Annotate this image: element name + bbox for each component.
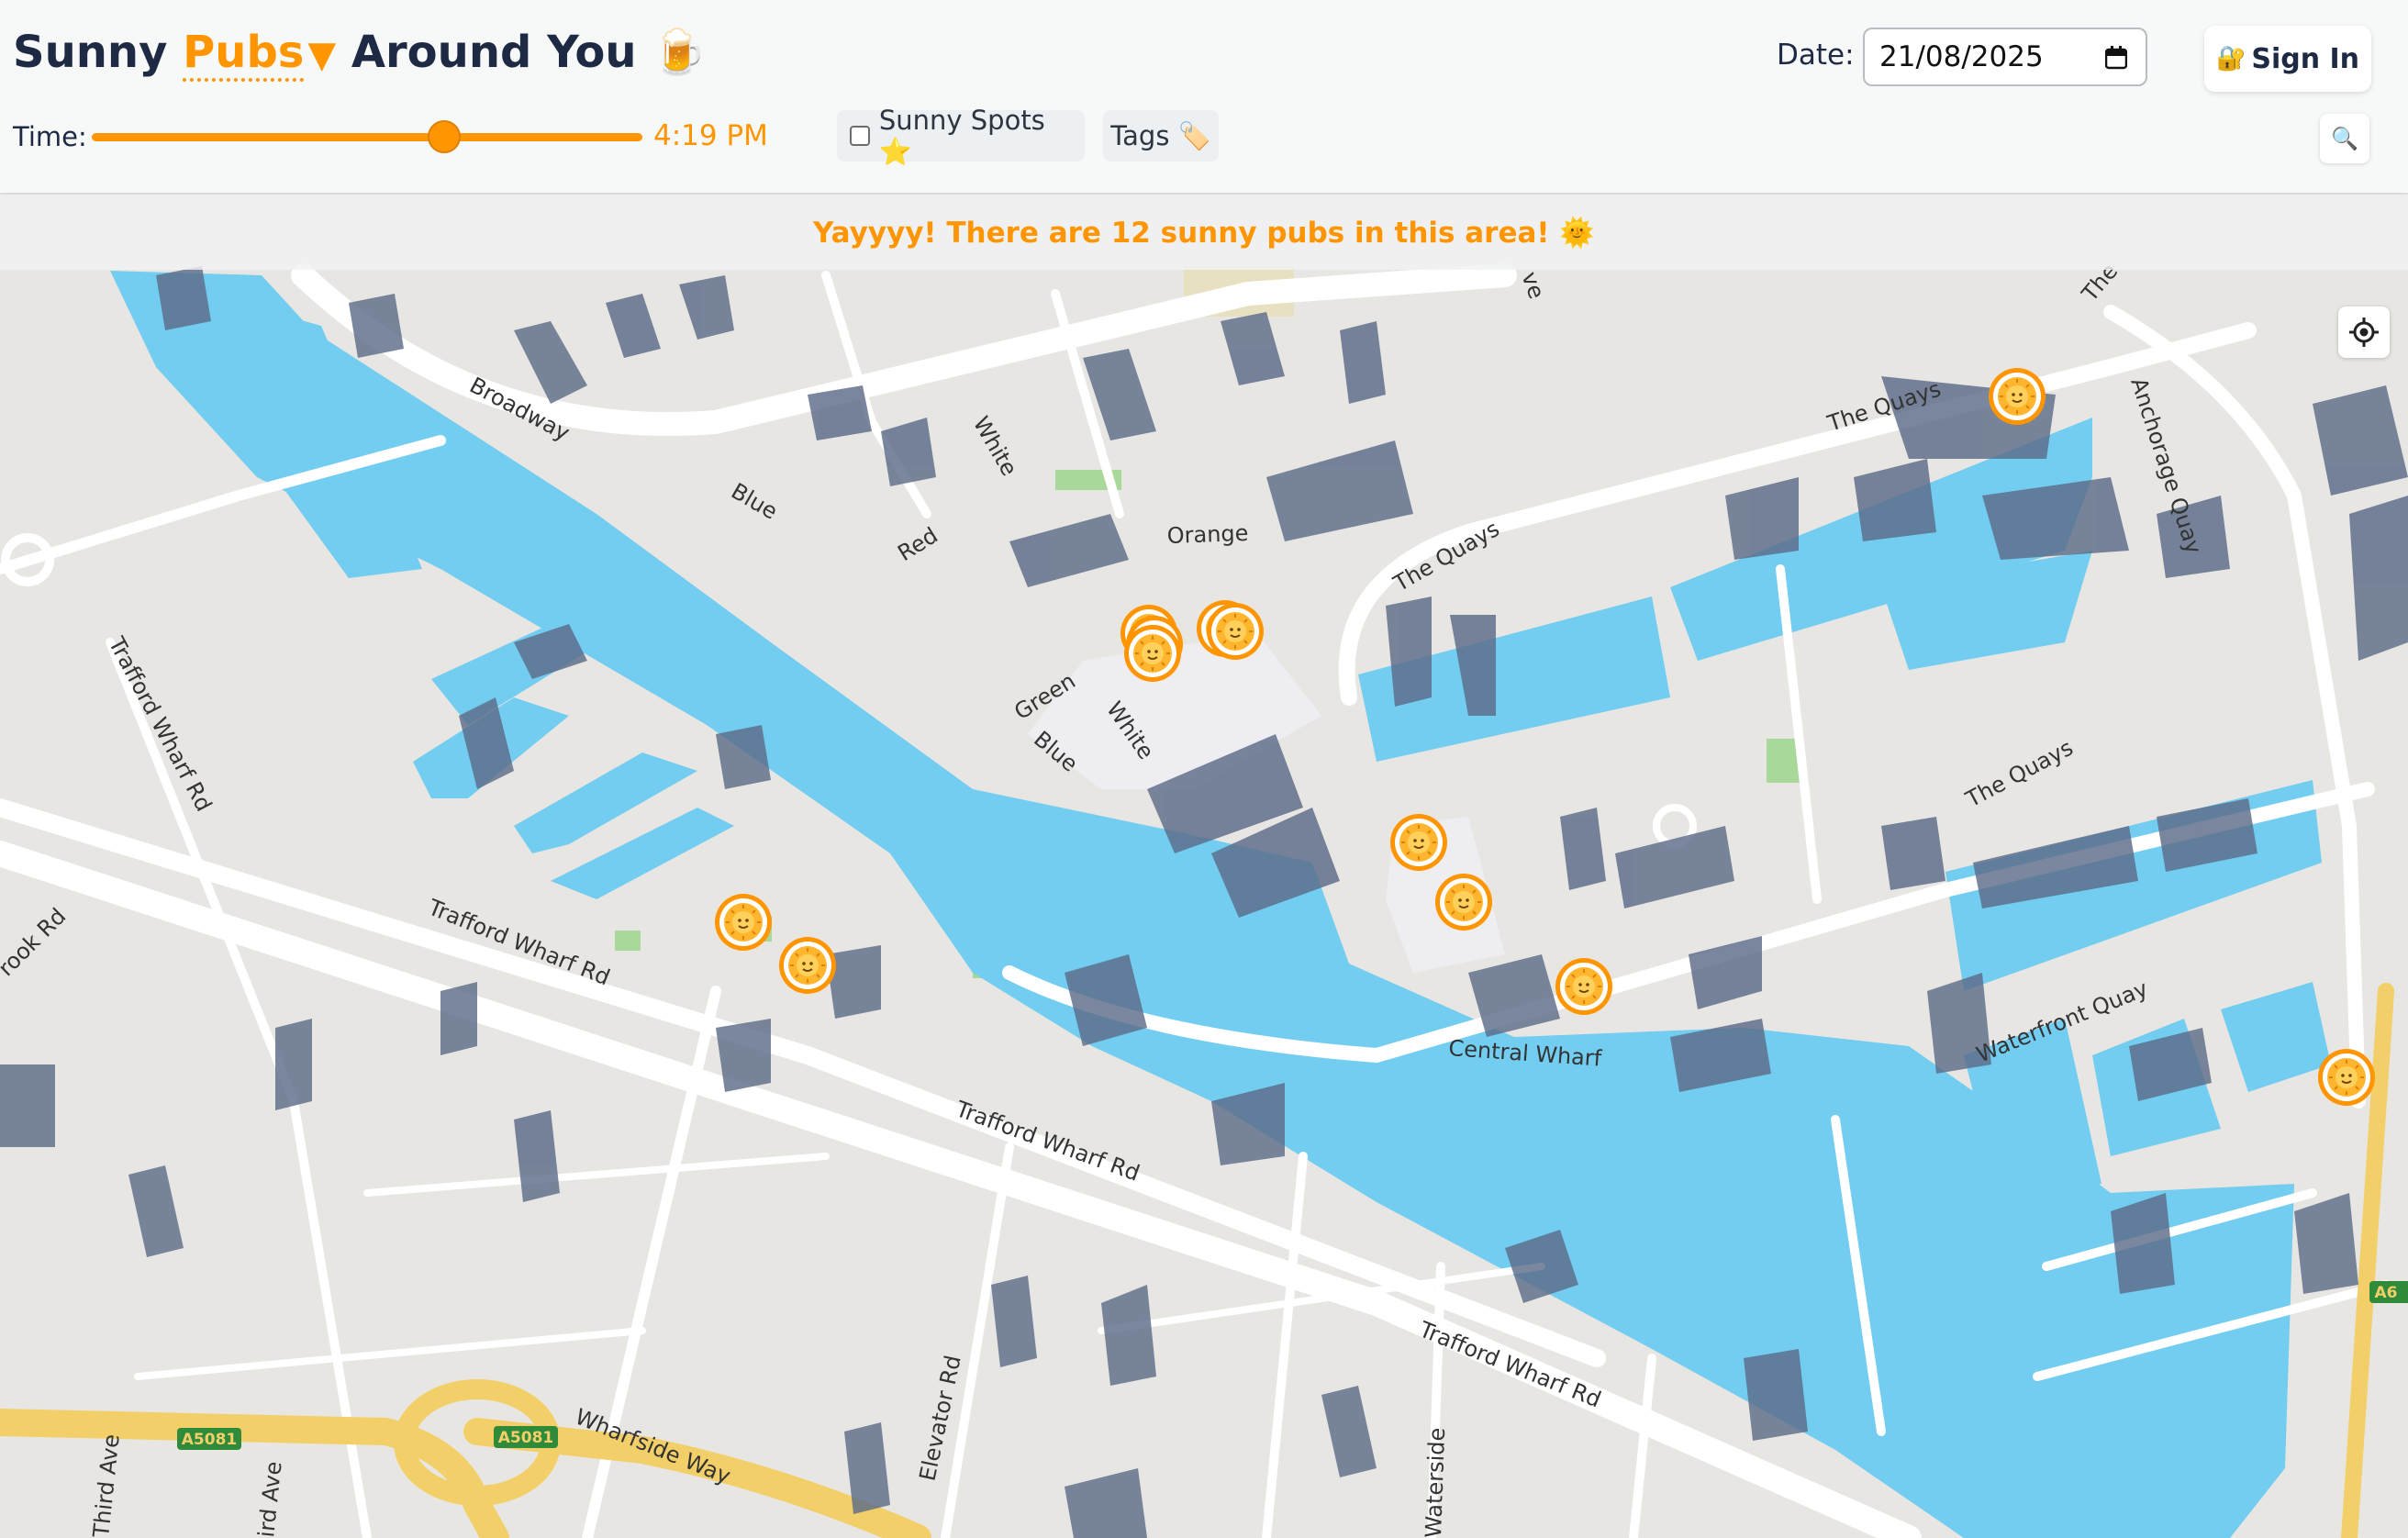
top-toolbar: Sunny Pubs ▼ Around You 🍺 Date: 21/08/202… (0, 0, 2408, 193)
sunny-spots-toggle[interactable]: Sunny Spots ⭐ (837, 105, 1085, 167)
calendar-icon[interactable] (2105, 46, 2127, 70)
crosshair-icon (2349, 318, 2379, 347)
banner-text: Yayyyy! There are 12 sunny pubs in this … (813, 216, 1595, 250)
pub-marker[interactable] (2317, 1048, 2376, 1107)
pub-marker[interactable] (1988, 367, 2046, 426)
tags-label: Tags 🏷️ (1110, 119, 1211, 151)
lock-key-icon: 🔐 (2215, 45, 2246, 72)
time-label: Time: (13, 121, 87, 152)
beer-icon: 🍺 (652, 27, 708, 78)
street-label: Waterside (1421, 1427, 1450, 1538)
sign-in-button[interactable]: 🔐 Sign In (2204, 26, 2371, 92)
pub-marker[interactable] (1206, 602, 1265, 661)
pub-marker[interactable] (778, 936, 837, 995)
venue-type-dropdown[interactable]: Pubs (183, 27, 305, 82)
pub-marker[interactable] (714, 893, 773, 952)
date-input[interactable]: 21/08/2025 (1863, 28, 2147, 86)
pub-marker[interactable] (1555, 957, 1613, 1016)
street-label: Orange (1166, 520, 1249, 549)
pub-marker[interactable] (1389, 813, 1448, 872)
sunny-pubs-banner: Yayyyy! There are 12 sunny pubs in this … (0, 195, 2408, 270)
locate-me-button[interactable] (2338, 306, 2390, 358)
search-button[interactable]: 🔍 (2320, 114, 2369, 163)
sunny-spots-checkbox[interactable] (850, 126, 870, 146)
time-slider-track[interactable] (92, 133, 642, 141)
tags-button[interactable]: Tags 🏷️ (1103, 110, 1219, 162)
svg-text:A6: A6 (2375, 1284, 2398, 1302)
time-value: 4:19 PM (653, 119, 768, 152)
svg-text:A5081: A5081 (182, 1431, 237, 1449)
sign-in-label: Sign In (2251, 42, 2360, 75)
svg-text:A5081: A5081 (498, 1429, 553, 1447)
sunny-spots-label: Sunny Spots ⭐ (878, 104, 1045, 167)
time-slider[interactable] (92, 120, 642, 153)
date-value: 21/08/2025 (1879, 40, 2044, 73)
title-prefix: Sunny (13, 27, 168, 78)
venue-type-label: Pubs (183, 27, 305, 78)
page-title: Sunny Pubs ▼ Around You 🍺 (13, 26, 708, 82)
pub-marker[interactable] (1123, 624, 1182, 683)
title-suffix: Around You (351, 27, 637, 78)
search-icon: 🔍 (2331, 126, 2358, 151)
time-slider-thumb[interactable] (428, 120, 461, 153)
date-label: Date: (1777, 39, 1855, 72)
pub-marker[interactable] (1434, 873, 1493, 931)
chevron-down-icon[interactable]: ▼ (307, 34, 336, 76)
